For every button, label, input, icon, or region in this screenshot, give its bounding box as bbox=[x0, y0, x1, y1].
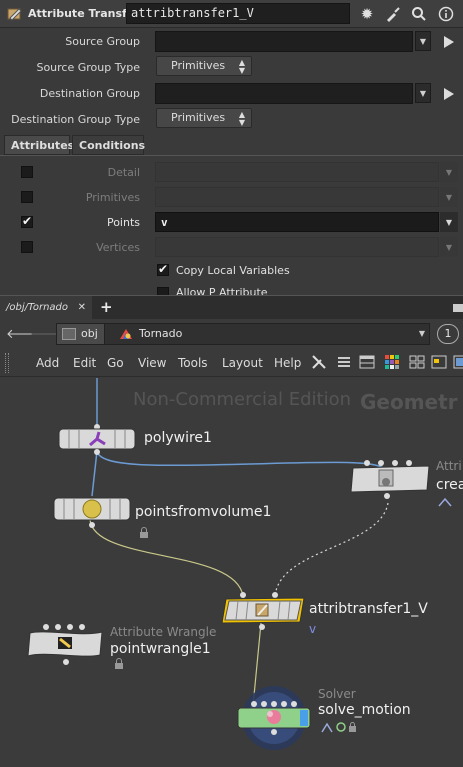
primitives-field bbox=[155, 187, 439, 207]
destination-group-field[interactable] bbox=[155, 83, 413, 104]
menu-view[interactable]: View bbox=[138, 356, 166, 370]
source-group-field[interactable] bbox=[155, 31, 413, 52]
destination-group-type-menu[interactable]: Primitives ▲ ▼ bbox=[156, 108, 252, 128]
destination-group-type-label: Destination Group Type bbox=[11, 113, 140, 126]
tab-divider bbox=[0, 155, 463, 156]
solver-node-shape[interactable] bbox=[232, 686, 316, 764]
menu-tools[interactable]: Tools bbox=[178, 356, 208, 370]
breadcrumb-tornado[interactable]: Tornado bbox=[139, 327, 182, 340]
pane-tabstrip: /obj/Tornado ✕ + bbox=[0, 295, 463, 320]
tab-conditions[interactable]: Conditions bbox=[72, 135, 145, 155]
menu-help[interactable]: Help bbox=[274, 356, 301, 370]
parameter-pane: Attribute Transfer attribtransfer1_V ✹ S… bbox=[0, 0, 463, 295]
tab-attributes[interactable]: Attributes bbox=[4, 135, 74, 155]
primitives-label: Primitives bbox=[85, 191, 140, 204]
object-network-icon bbox=[62, 328, 76, 340]
points-field-value: v bbox=[161, 216, 168, 229]
node-type-label: Attri bbox=[436, 459, 462, 473]
destination-group-type-value: Primitives bbox=[171, 111, 226, 124]
network-pane: /obj/Tornado ✕ + 🡐 🡒 obj Tornado ▼ 1 Add… bbox=[0, 295, 463, 767]
select-arrow-icon[interactable] bbox=[443, 87, 455, 101]
list-view-icon[interactable] bbox=[336, 354, 352, 370]
updown-icon: ▲ ▼ bbox=[238, 58, 245, 75]
source-group-type-value: Primitives bbox=[171, 59, 226, 72]
points-label: Points bbox=[106, 216, 140, 229]
info-icon[interactable] bbox=[436, 4, 456, 24]
parameter-title-bar: Attribute Transfer attribtransfer1_V ✹ bbox=[0, 0, 463, 28]
wrench-icon[interactable] bbox=[311, 354, 327, 370]
grid-layout-icon[interactable] bbox=[409, 354, 425, 370]
destination-group-dropdown[interactable]: ▼ bbox=[415, 83, 431, 103]
detail-label: Detail bbox=[107, 166, 140, 179]
gear-icon[interactable]: ✹ bbox=[357, 4, 377, 24]
add-tab-icon[interactable]: + bbox=[100, 298, 113, 316]
menu-go[interactable]: Go bbox=[107, 356, 124, 370]
network-menu-bar: Add Edit Go View Tools Layout Help bbox=[0, 349, 463, 377]
node-label: pointwrangle1 bbox=[110, 641, 211, 657]
pane-tab-label: /obj/Tornado bbox=[6, 302, 69, 313]
primitives-dropdown: ▼ bbox=[440, 187, 458, 207]
breadcrumb-obj[interactable]: obj bbox=[57, 324, 105, 344]
updown-icon: ▲ ▼ bbox=[238, 110, 245, 127]
pin-button[interactable]: 1 bbox=[437, 324, 459, 344]
node-type-label: Attribute Transfer bbox=[28, 7, 140, 20]
source-group-type-label: Source Group Type bbox=[36, 61, 140, 74]
color-palette-icon[interactable] bbox=[384, 354, 400, 370]
pointsfromvolume-node-shape[interactable] bbox=[50, 495, 134, 529]
source-group-dropdown[interactable]: ▼ bbox=[415, 31, 431, 51]
geometry-object-icon bbox=[120, 329, 132, 339]
node-label: solve_motion bbox=[318, 702, 411, 718]
pointwrangle-node-shape[interactable] bbox=[24, 623, 106, 667]
copy-local-variables-label: Copy Local Variables bbox=[176, 264, 290, 277]
node-name-field[interactable]: attribtransfer1_V bbox=[126, 3, 350, 24]
menu-layout[interactable]: Layout bbox=[222, 356, 263, 370]
points-field[interactable]: v bbox=[155, 212, 439, 232]
source-group-label: Source Group bbox=[65, 35, 140, 48]
node-label: crea bbox=[436, 477, 463, 493]
lock-icon bbox=[140, 527, 148, 538]
vertices-field bbox=[155, 237, 439, 257]
node-label: pointsfromvolume1 bbox=[135, 504, 272, 520]
source-group-type-menu[interactable]: Primitives ▲ ▼ bbox=[156, 56, 252, 76]
node-type-label: Attribute Wrangle bbox=[110, 625, 217, 639]
path-field[interactable]: obj Tornado ▼ bbox=[56, 323, 430, 345]
node-status-badges bbox=[321, 722, 356, 733]
node-label: attribtransfer1_V bbox=[309, 601, 428, 617]
destination-group-label: Destination Group bbox=[39, 87, 140, 100]
attribtransfer-node-shape[interactable] bbox=[218, 591, 308, 631]
sticky-note-icon[interactable] bbox=[453, 354, 463, 370]
path-bar: 🡐 🡒 obj Tornado ▼ 1 bbox=[0, 319, 463, 349]
close-icon[interactable]: ✕ bbox=[78, 302, 86, 313]
search-icon[interactable] bbox=[409, 4, 429, 24]
node-label: polywire1 bbox=[144, 430, 212, 446]
network-box-icon[interactable] bbox=[431, 354, 447, 370]
node-comment: v bbox=[309, 622, 317, 636]
chevron-down-icon[interactable]: ▼ bbox=[419, 329, 425, 338]
node-type-label: Solver bbox=[318, 687, 356, 701]
attribute-transfer-icon bbox=[7, 8, 22, 21]
table-icon[interactable] bbox=[359, 354, 375, 370]
menu-add[interactable]: Add bbox=[36, 356, 59, 370]
truncated-option-label: Allow P Attribute bbox=[176, 286, 268, 295]
vertices-dropdown: ▼ bbox=[440, 237, 458, 257]
lock-icon bbox=[115, 658, 123, 669]
points-dropdown[interactable]: ▼ bbox=[440, 212, 458, 232]
display-badge-icon bbox=[438, 497, 452, 507]
vertices-label: Vertices bbox=[96, 241, 140, 254]
menu-edit[interactable]: Edit bbox=[73, 356, 96, 370]
detail-field bbox=[155, 162, 439, 182]
polywire-node-shape[interactable] bbox=[55, 423, 139, 455]
create-node-shape[interactable] bbox=[345, 456, 435, 500]
network-canvas[interactable]: Non-Commercial Edition Geometr polywire1 bbox=[0, 378, 463, 767]
select-arrow-icon[interactable] bbox=[443, 35, 455, 49]
truncated-option-checkbox[interactable] bbox=[157, 287, 169, 295]
broom-icon[interactable] bbox=[383, 4, 403, 24]
copy-local-variables-checkbox[interactable] bbox=[157, 262, 169, 276]
grip-handle[interactable] bbox=[5, 353, 9, 373]
pane-tab-network[interactable]: /obj/Tornado ✕ bbox=[0, 296, 92, 320]
detail-dropdown: ▼ bbox=[440, 162, 458, 182]
maximize-icon[interactable] bbox=[453, 304, 463, 312]
